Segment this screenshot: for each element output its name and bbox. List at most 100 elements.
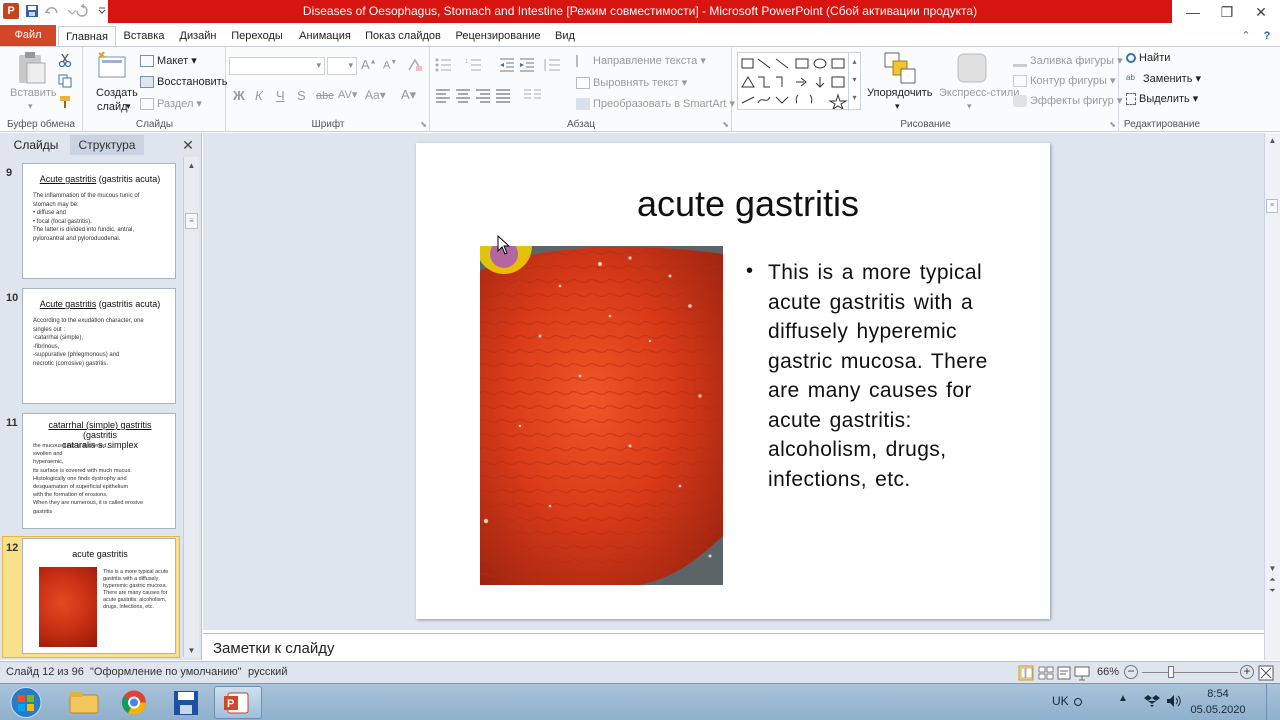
save-app-taskbar-icon[interactable] bbox=[162, 686, 210, 719]
zoom-in-icon[interactable]: + bbox=[1240, 665, 1254, 679]
slide-vertical-scrollbar[interactable]: ▲ ≡ ▼ ⏶ ⏷ bbox=[1264, 133, 1280, 660]
tab-review[interactable]: Рецензирование bbox=[450, 26, 546, 46]
section-button[interactable]: Раздел ▾ bbox=[140, 97, 202, 111]
undo-icon[interactable] bbox=[44, 3, 60, 19]
quick-styles-button[interactable]: Экспресс-стили bbox=[939, 87, 1019, 99]
shape-outline-button[interactable]: Контур фигуры ▾ bbox=[1013, 74, 1116, 88]
slide-thumbnail-9[interactable]: Acute gastritis (gastritis acuta) The in… bbox=[22, 163, 176, 279]
new-slide-dropdown-icon[interactable]: ▾ bbox=[126, 101, 131, 112]
tab-slides-pane[interactable]: Слайды bbox=[2, 135, 70, 155]
change-case-button[interactable]: Aa▾ bbox=[365, 88, 386, 102]
clock-time[interactable]: 8:54 bbox=[1190, 688, 1246, 700]
tab-slideshow[interactable]: Показ слайдов bbox=[362, 26, 444, 46]
powerpoint-taskbar-button[interactable]: P bbox=[214, 686, 262, 719]
stomach-mucosa-photo[interactable] bbox=[480, 246, 723, 585]
fit-to-window-icon[interactable] bbox=[1258, 665, 1274, 681]
shapes-gallery-scroll[interactable]: ▴ ▾ ▾ bbox=[848, 53, 860, 111]
new-slide-icon[interactable] bbox=[96, 51, 128, 81]
start-button-icon[interactable] bbox=[6, 686, 46, 719]
maximize-button[interactable]: ❐ bbox=[1210, 0, 1244, 24]
slide-thumbnail-10[interactable]: Acute gastritis (gastritis acuta) Accord… bbox=[22, 288, 176, 404]
scroll-up-icon[interactable]: ▲ bbox=[1265, 136, 1280, 145]
shape-fill-button[interactable]: Заливка фигуры ▾ bbox=[1013, 54, 1123, 68]
italic-button[interactable]: К bbox=[255, 88, 263, 103]
paste-button[interactable]: Вставить bbox=[10, 87, 57, 99]
strikethrough-button[interactable]: abc bbox=[316, 90, 334, 102]
line-spacing-icon[interactable] bbox=[543, 58, 561, 72]
clock-date[interactable]: 05.05.2020 bbox=[1190, 704, 1246, 716]
quick-styles-dropdown-icon[interactable]: ▾ bbox=[967, 101, 972, 112]
cut-icon[interactable] bbox=[58, 53, 72, 67]
arrange-icon[interactable] bbox=[883, 51, 917, 85]
slide-thumbnail-12[interactable]: acute gastritis This is a more typical a… bbox=[22, 538, 176, 654]
tab-home[interactable]: Главная bbox=[58, 26, 116, 47]
slideshow-view-icon[interactable] bbox=[1074, 665, 1090, 681]
save-icon[interactable] bbox=[24, 3, 40, 19]
shrink-font-button[interactable]: A▼ bbox=[383, 59, 397, 72]
tab-animations[interactable]: Анимация bbox=[292, 26, 358, 46]
find-button[interactable]: Найти bbox=[1126, 52, 1170, 64]
minimize-button[interactable]: — bbox=[1176, 0, 1210, 24]
tab-outline-pane[interactable]: Структура bbox=[70, 135, 144, 155]
zoom-slider-thumb[interactable] bbox=[1168, 666, 1174, 678]
scroll-thumb[interactable]: ≡ bbox=[1266, 199, 1278, 213]
font-name-combo[interactable]: ▾ bbox=[229, 57, 325, 75]
reset-button[interactable]: Восстановить bbox=[140, 76, 227, 89]
tab-design[interactable]: Дизайн bbox=[174, 26, 222, 46]
language-bar-icon[interactable] bbox=[1074, 698, 1082, 706]
redo-icon[interactable] bbox=[74, 3, 90, 19]
language-indicator[interactable]: русский bbox=[248, 666, 287, 678]
increase-indent-icon[interactable] bbox=[519, 58, 535, 72]
shape-effects-button[interactable]: Эффекты фигур ▾ bbox=[1013, 94, 1122, 108]
numbering-icon[interactable]: 1 bbox=[465, 58, 487, 72]
shadow-text-button[interactable]: S bbox=[297, 88, 306, 103]
zoom-level[interactable]: 66% bbox=[1097, 666, 1119, 678]
shapes-gallery[interactable]: ▴ ▾ ▾ bbox=[737, 52, 861, 111]
notes-pane[interactable]: Заметки к слайду bbox=[203, 633, 1264, 660]
replace-button[interactable]: ab Заменить ▾ bbox=[1126, 72, 1201, 85]
decrease-indent-icon[interactable] bbox=[499, 58, 515, 72]
format-painter-icon[interactable] bbox=[58, 95, 72, 109]
align-right-icon[interactable] bbox=[475, 89, 491, 103]
new-slide-label-2[interactable]: слайд bbox=[97, 101, 128, 113]
select-button[interactable]: Выделить ▾ bbox=[1126, 92, 1198, 106]
drawing-dialog-launcher-icon[interactable]: ⬊ bbox=[1109, 120, 1116, 129]
slides-pane-scrollbar[interactable]: ▲ ≡ ▼ bbox=[183, 157, 199, 657]
show-hidden-icons-icon[interactable]: ▲ bbox=[1118, 693, 1128, 704]
slide-canvas[interactable]: acute gastritis • This is a more typical… bbox=[416, 143, 1050, 619]
columns-icon[interactable] bbox=[523, 89, 543, 103]
explorer-taskbar-icon[interactable] bbox=[60, 686, 108, 719]
powerpoint-app-icon[interactable]: P bbox=[3, 3, 19, 19]
copy-icon[interactable] bbox=[58, 74, 72, 88]
close-button[interactable]: ✕ bbox=[1244, 0, 1278, 24]
zoom-slider[interactable] bbox=[1142, 672, 1238, 673]
new-slide-label[interactable]: Создать bbox=[96, 87, 138, 99]
close-pane-icon[interactable]: ✕ bbox=[178, 135, 198, 155]
slide-body-text[interactable]: This is a more typical acute gastritis w… bbox=[768, 258, 1008, 494]
convert-smartart-button[interactable]: Преобразовать в SmartArt ▾ bbox=[576, 97, 735, 111]
align-left-icon[interactable] bbox=[435, 89, 451, 103]
arrange-button[interactable]: Упорядочить bbox=[867, 87, 932, 99]
chrome-taskbar-icon[interactable] bbox=[110, 686, 158, 719]
align-text-button[interactable]: Выровнять текст ▾ bbox=[576, 76, 687, 90]
tab-insert[interactable]: Вставка bbox=[118, 26, 170, 46]
slide-sorter-icon[interactable] bbox=[1038, 665, 1054, 681]
scroll-down-icon[interactable]: ▼ ⏶ ⏷ bbox=[1265, 563, 1280, 596]
tab-view[interactable]: Вид bbox=[550, 26, 580, 46]
keyboard-language[interactable]: UK bbox=[1052, 694, 1069, 708]
arrange-dropdown-icon[interactable]: ▾ bbox=[895, 101, 900, 112]
slide-thumbnail-11[interactable]: catarrhal (simple) gastritis (gastritis … bbox=[22, 413, 176, 529]
justify-icon[interactable] bbox=[495, 89, 511, 103]
grow-font-button[interactable]: A▲ bbox=[361, 57, 377, 72]
help-icon[interactable]: ? bbox=[1258, 26, 1276, 46]
character-spacing-button[interactable]: AV▾ bbox=[338, 88, 357, 101]
normal-view-icon[interactable] bbox=[1018, 665, 1034, 681]
scroll-down-icon[interactable]: ▼ bbox=[184, 646, 199, 655]
align-center-icon[interactable] bbox=[455, 89, 471, 103]
clear-formatting-icon[interactable] bbox=[407, 57, 423, 73]
font-color-button[interactable]: A▾ bbox=[401, 87, 416, 103]
text-direction-button[interactable]: Направление текста ▾ bbox=[576, 54, 706, 68]
reading-view-icon[interactable] bbox=[1056, 665, 1072, 681]
show-desktop-button[interactable] bbox=[1266, 684, 1280, 720]
font-size-combo[interactable]: ▾ bbox=[327, 57, 357, 75]
